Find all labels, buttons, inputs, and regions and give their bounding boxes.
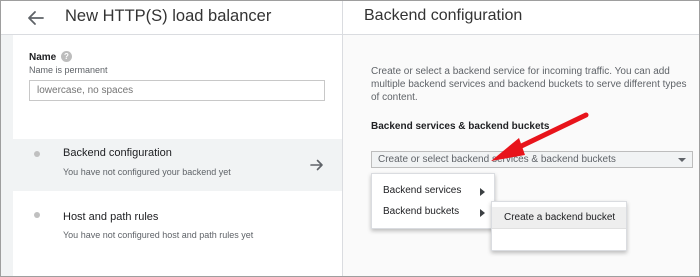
arrow-left-icon[interactable] xyxy=(25,9,45,27)
step-indicator-dot xyxy=(34,212,40,218)
name-field-label: Name xyxy=(29,52,57,63)
caret-down-icon xyxy=(678,158,686,162)
menu-item-backend-services[interactable]: Backend services xyxy=(372,182,496,202)
menu-item-label: Backend services xyxy=(383,185,462,196)
left-panel: New HTTP(S) load balancer Name ? Name is… xyxy=(1,1,343,276)
chevron-right-icon xyxy=(480,209,485,217)
right-header: Backend configuration xyxy=(343,1,699,35)
backend-buckets-submenu: Create a backend bucket xyxy=(491,201,627,251)
menu-item-backend-buckets[interactable]: Backend buckets xyxy=(372,203,496,223)
name-field-hint: Name is permanent xyxy=(29,65,108,75)
step-title: Host and path rules xyxy=(63,211,159,223)
annotation-arrow-shaft xyxy=(508,112,589,154)
step-host-and-path-rules[interactable]: Host and path rules You have not configu… xyxy=(13,199,342,251)
name-input[interactable] xyxy=(29,80,325,101)
step-subtitle: You have not configured your backend yet xyxy=(63,167,231,177)
chevron-right-icon xyxy=(480,188,485,196)
step-title: Backend configuration xyxy=(63,147,172,159)
annotation-arrow-icon xyxy=(491,112,589,161)
help-circle-icon[interactable]: ? xyxy=(61,51,72,62)
menu-item-label: Backend buckets xyxy=(383,206,460,217)
step-subtitle: You have not configured host and path ru… xyxy=(63,230,254,240)
arrow-right-icon[interactable] xyxy=(310,158,324,172)
section-description: Create or select a backend service for i… xyxy=(371,66,687,103)
backend-type-menu: Backend services Backend buckets xyxy=(371,173,495,229)
submenu-item-create-backend-bucket[interactable]: Create a backend bucket xyxy=(492,207,626,229)
section-title: Backend configuration xyxy=(364,7,523,24)
window-frame: New HTTP(S) load balancer Name ? Name is… xyxy=(0,0,700,277)
submenu-item-label: Create a backend bucket xyxy=(504,212,616,223)
page-title: New HTTP(S) load balancer xyxy=(65,7,272,25)
left-gutter xyxy=(1,35,13,276)
step-backend-configuration[interactable]: Backend configuration You have not confi… xyxy=(13,139,342,191)
annotation-arrow-head xyxy=(491,138,525,161)
left-header: New HTTP(S) load balancer xyxy=(1,1,342,35)
step-indicator-dot xyxy=(34,151,40,157)
